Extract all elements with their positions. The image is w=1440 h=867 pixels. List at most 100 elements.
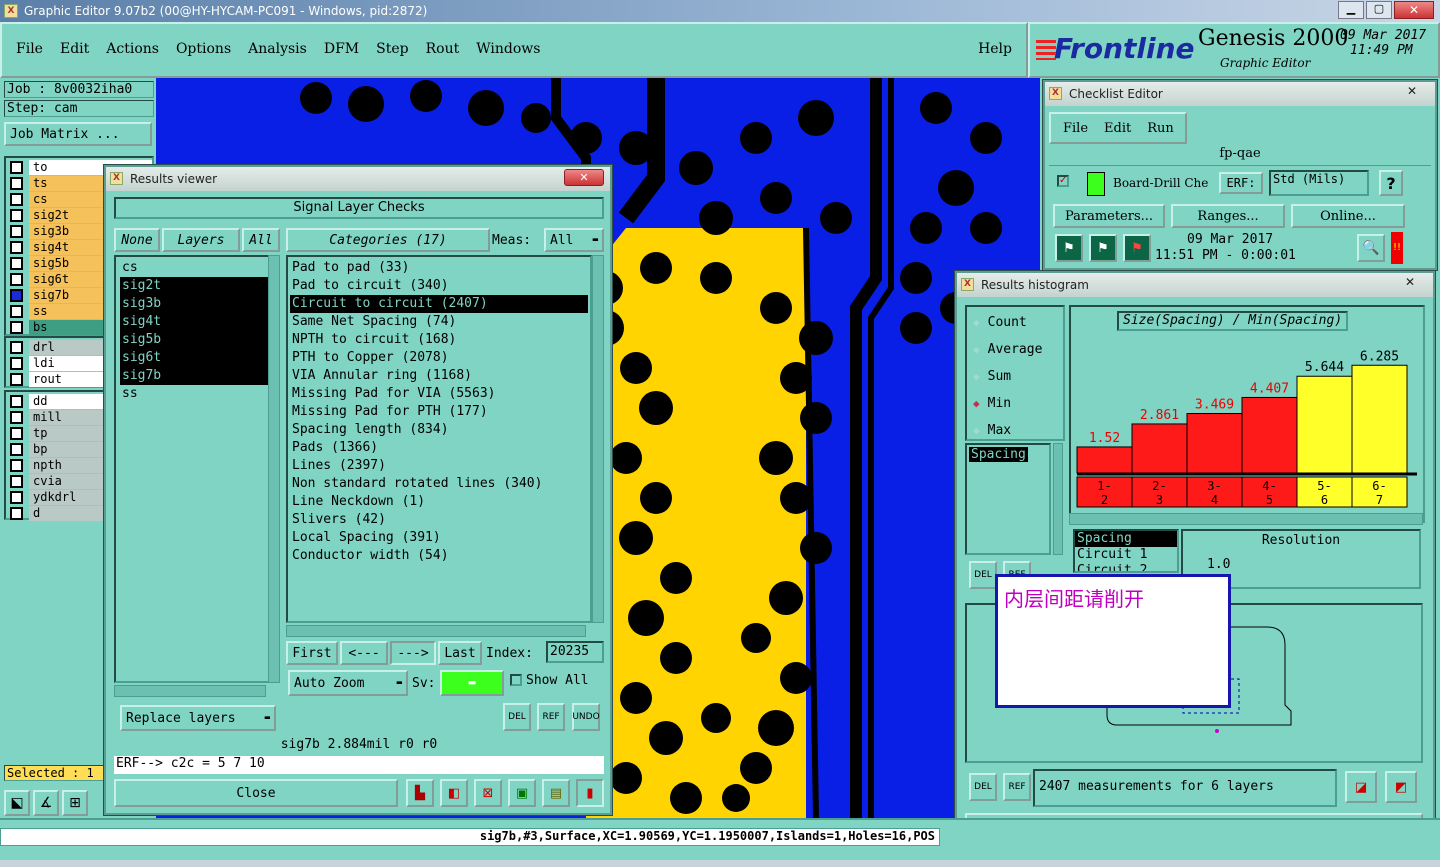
category-item[interactable]: Pad to circuit (340) (290, 277, 588, 295)
results-layer-item[interactable]: sig4t (120, 313, 268, 331)
tool-d-icon[interactable]: ▣ (508, 779, 536, 807)
layers-button[interactable]: Layers (162, 228, 240, 252)
menu-step[interactable]: Step (376, 41, 408, 57)
online-button[interactable]: Online... (1291, 204, 1405, 228)
none-button[interactable]: None (114, 228, 160, 252)
mode-max[interactable]: ◆ Max (967, 417, 1063, 444)
layers-hscroll[interactable] (114, 685, 266, 697)
layer-checkbox[interactable] (10, 506, 23, 520)
checklist-menu-file[interactable]: File (1063, 121, 1088, 136)
export-icon-1[interactable]: ◪ (1345, 771, 1377, 803)
results-layer-item[interactable]: cs (120, 259, 268, 277)
last-button[interactable]: Last (438, 641, 482, 665)
ranges-button[interactable]: Ranges... (1171, 204, 1285, 228)
auto-zoom-dropdown[interactable]: Auto Zoom ▬ (288, 670, 408, 696)
histogram-close-icon[interactable]: ✕ (1405, 275, 1415, 289)
menu-options[interactable]: Options (176, 41, 231, 57)
show-all-checkbox[interactable] (510, 674, 522, 686)
checklist-menu-edit[interactable]: Edit (1104, 121, 1131, 136)
category-item[interactable]: NPTH to circuit (168) (290, 331, 588, 349)
meas-dropdown[interactable]: All ▬ (544, 228, 604, 252)
selection-item[interactable]: Spacing (1075, 531, 1177, 547)
run-icon-1[interactable]: ⚑ (1055, 234, 1083, 262)
ref-icon[interactable]: REF (537, 703, 565, 731)
histogram-bar[interactable] (1076, 446, 1133, 474)
histogram-bar[interactable] (1186, 413, 1243, 474)
layer-checkbox[interactable] (10, 224, 23, 238)
del-icon[interactable]: DEL (503, 703, 531, 731)
layer-checkbox[interactable] (10, 240, 23, 254)
selection-list[interactable]: Spacing Circuit 1 Circuit 2 (1073, 529, 1179, 573)
results-layer-item[interactable]: ss (120, 385, 268, 403)
categories-scrollbar[interactable] (592, 255, 604, 623)
category-item[interactable]: PTH to Copper (2078) (290, 349, 588, 367)
results-close-button[interactable]: Close (114, 779, 398, 807)
tool-a-icon[interactable]: ▙ (406, 779, 434, 807)
zoom-icon[interactable]: 🔍 (1357, 234, 1385, 262)
results-viewer-close-icon[interactable]: ✕ (564, 169, 604, 186)
layer-checkbox[interactable] (10, 394, 23, 408)
menu-actions[interactable]: Actions (106, 41, 159, 57)
layer-checkbox[interactable] (10, 176, 23, 190)
category-item[interactable]: Pads (1366) (290, 439, 588, 457)
run-icon-2[interactable]: ⚑ (1089, 234, 1117, 262)
tool-grid-icon[interactable]: ⊞ (62, 790, 88, 816)
results-layer-item[interactable]: sig3b (120, 295, 268, 313)
maximize-button[interactable]: ▢ (1366, 1, 1392, 19)
results-layer-item[interactable]: sig2t (120, 277, 268, 295)
category-item[interactable]: Slivers (42) (290, 511, 588, 529)
layer-checkbox[interactable] (10, 304, 23, 318)
check-checkbox[interactable]: ✓ (1057, 175, 1069, 187)
minimize-button[interactable]: ▁ (1338, 1, 1364, 19)
results-layer-item[interactable]: sig5b (120, 331, 268, 349)
layer-checkbox[interactable] (10, 272, 23, 286)
category-item[interactable]: VIA Annular ring (1168) (290, 367, 588, 385)
category-item[interactable]: Conductor width (54) (290, 547, 588, 565)
category-item[interactable]: Lines (2397) (290, 457, 588, 475)
menu-file[interactable]: File (16, 41, 43, 57)
mode-count[interactable]: ◆ Count (967, 309, 1063, 336)
categories-list[interactable]: Pad to pad (33) Pad to circuit (340) Circu… (286, 255, 592, 623)
replace-layers-dropdown[interactable]: Replace layers ▬ (120, 705, 276, 731)
undo-icon[interactable]: UNDO (572, 703, 600, 731)
category-item[interactable]: Line Neckdown (1) (290, 493, 588, 511)
close-window-button[interactable]: ✕ (1394, 1, 1434, 19)
help-menu[interactable]: Help (978, 41, 1012, 57)
all-layers-button[interactable]: All (242, 228, 280, 252)
category-item[interactable]: Non standard rotated lines (340) (290, 475, 588, 493)
help-button[interactable]: ? (1379, 170, 1403, 196)
checklist-menu-run[interactable]: Run (1147, 121, 1174, 136)
histogram-ref-icon-2[interactable]: REF (1003, 773, 1031, 801)
category-item[interactable]: Spacing length (834) (290, 421, 588, 439)
layer-checkbox[interactable] (10, 288, 23, 302)
category-item[interactable]: Missing Pad for PTH (177) (290, 403, 588, 421)
results-layer-item[interactable]: sig7b (120, 367, 268, 385)
layer-checkbox[interactable] (10, 426, 23, 440)
layer-checkbox[interactable] (10, 192, 23, 206)
category-item[interactable]: Circuit to circuit (2407) (290, 295, 588, 313)
layer-checkbox[interactable] (10, 160, 23, 174)
job-matrix-button[interactable]: Job Matrix ... (4, 122, 152, 146)
layer-checkbox[interactable] (10, 410, 23, 424)
tool-select-icon[interactable]: ⬕ (4, 790, 30, 816)
tool-b-icon[interactable]: ◧ (440, 779, 468, 807)
selection-item[interactable]: Circuit 2 (1075, 563, 1177, 571)
results-layer-item[interactable]: sig6t (120, 349, 268, 367)
layers-list[interactable]: cs sig2t sig3b sig4t sig5b sig6t sig7b ss (114, 255, 274, 683)
first-button[interactable]: First (286, 641, 338, 665)
mode-min[interactable]: ◆ Min (967, 390, 1063, 417)
histogram-bar[interactable] (1351, 364, 1408, 474)
layer-checkbox[interactable] (10, 474, 23, 488)
next-button[interactable]: ---> (390, 641, 436, 665)
layer-checkbox[interactable] (10, 490, 23, 504)
chart-hscroll[interactable] (1069, 513, 1423, 525)
categories-button[interactable]: Categories (17) (286, 228, 490, 252)
histogram-del-icon[interactable]: DEL (969, 561, 997, 589)
layer-checkbox[interactable] (10, 256, 23, 270)
layers-scrollbar[interactable] (268, 255, 280, 683)
layer-checkbox[interactable] (10, 458, 23, 472)
sv-dropdown[interactable]: ▬ (440, 670, 504, 696)
layer-checkbox[interactable] (10, 208, 23, 222)
menu-edit[interactable]: Edit (60, 41, 89, 57)
tool-c-icon[interactable]: ⊠ (474, 779, 502, 807)
